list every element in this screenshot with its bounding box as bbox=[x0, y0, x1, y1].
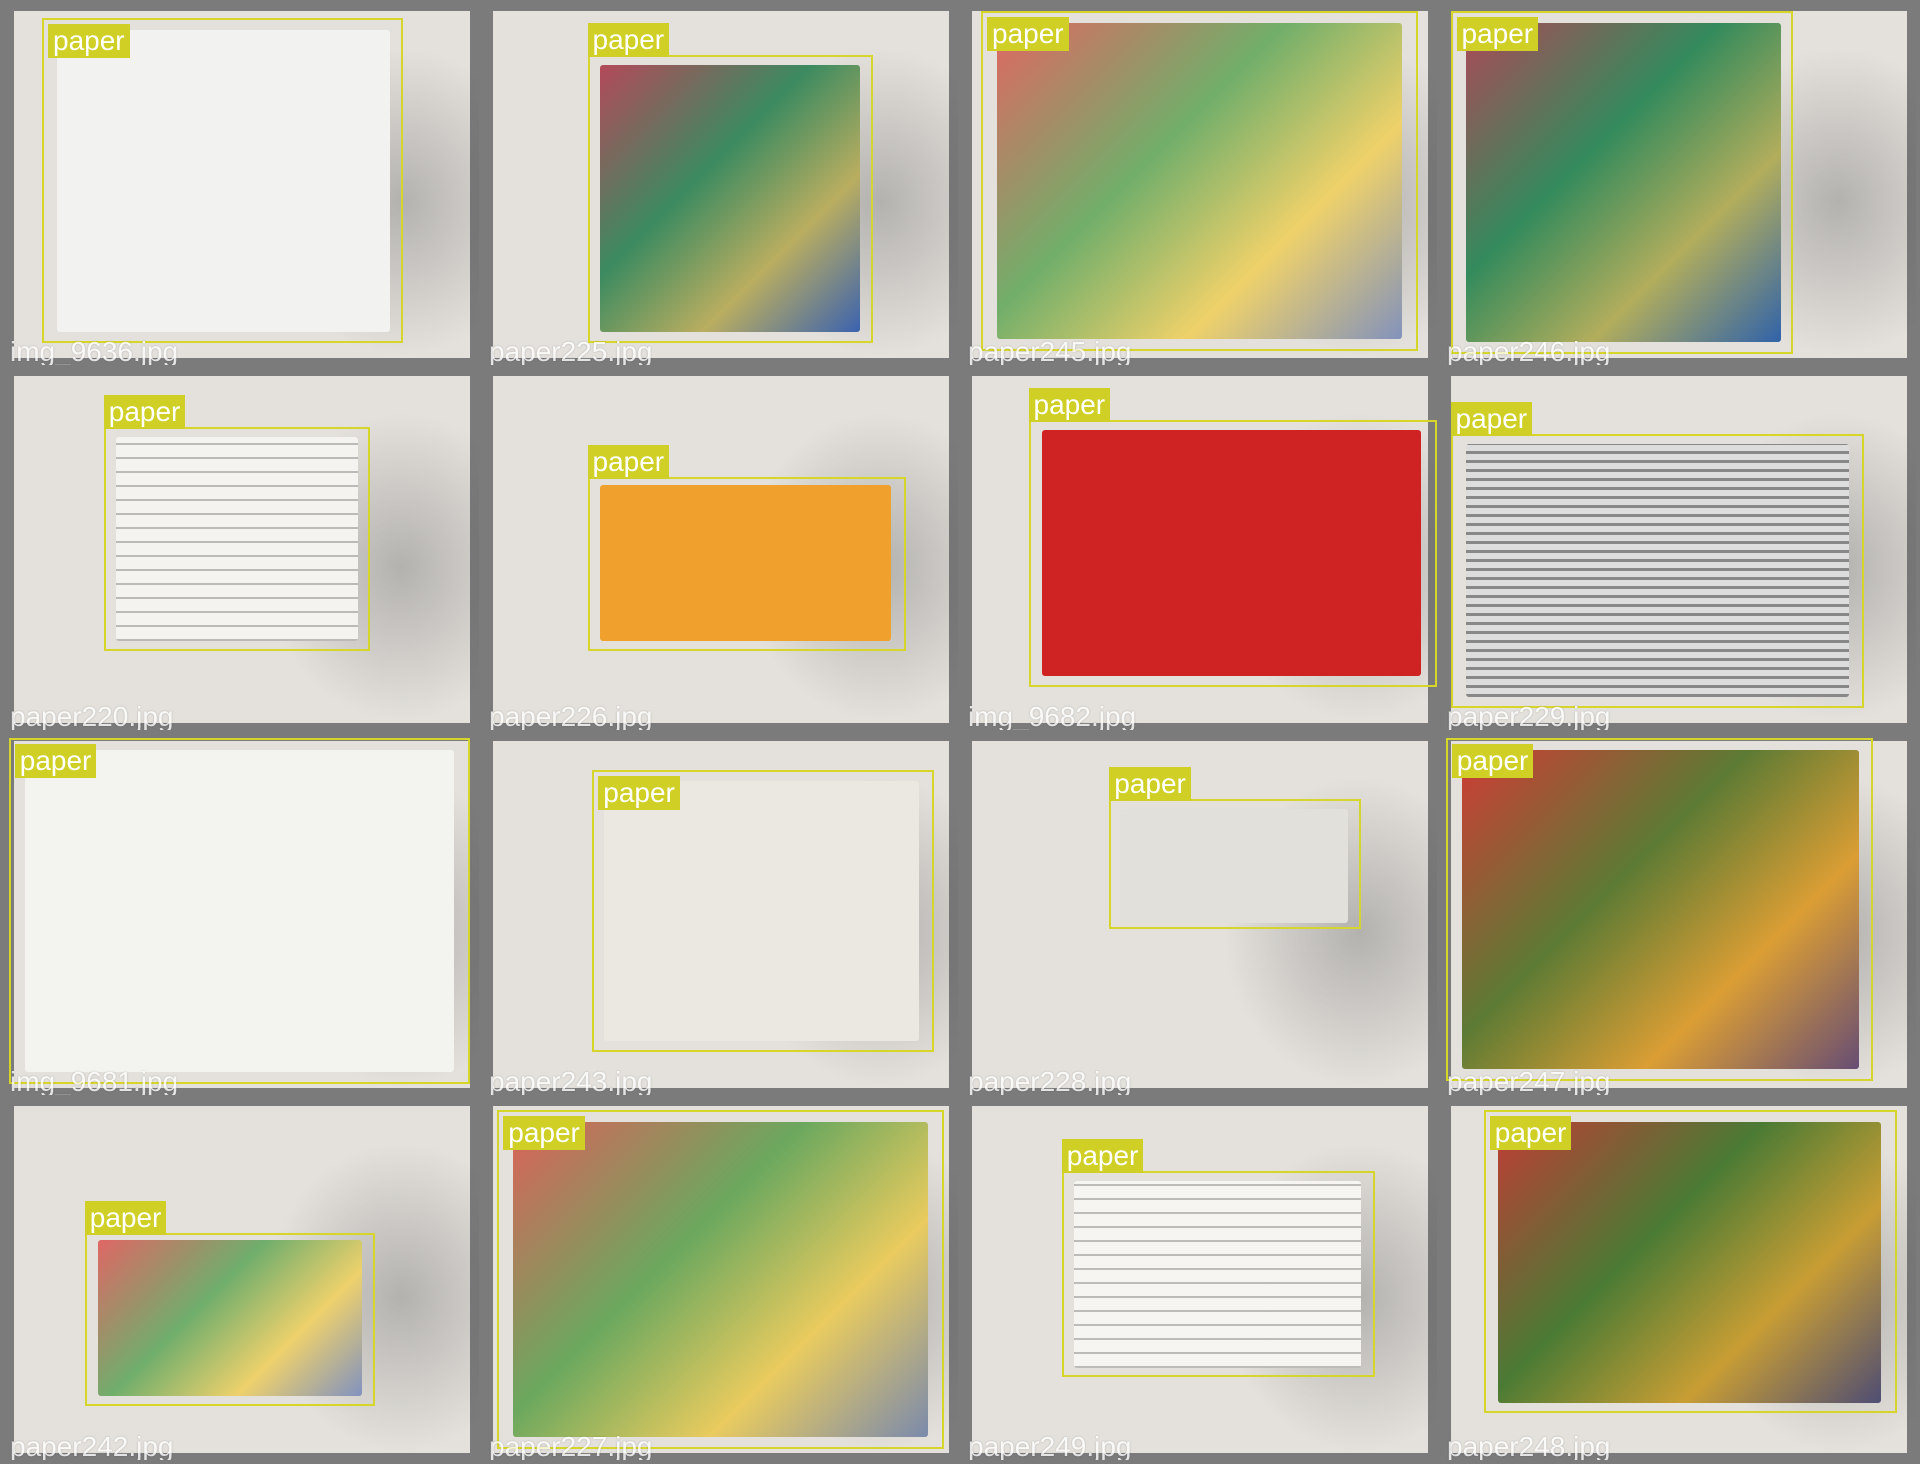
bounding-box: paper bbox=[592, 770, 935, 1052]
file-name: paper248.jpg bbox=[1447, 1431, 1611, 1460]
class-label: paper bbox=[598, 776, 680, 811]
class-label: paper bbox=[1109, 766, 1191, 801]
grid-tile: paper paper226.jpg bbox=[483, 369, 958, 730]
grid-tile: paper img_9681.jpg bbox=[4, 734, 479, 1095]
file-name: paper246.jpg bbox=[1447, 336, 1611, 365]
file-name: img_9682.jpg bbox=[968, 701, 1137, 730]
bounding-box: paper bbox=[497, 1109, 944, 1450]
file-name: paper245.jpg bbox=[968, 336, 1132, 365]
file-name: img_9636.jpg bbox=[10, 336, 179, 365]
bounding-box: paper bbox=[981, 11, 1418, 351]
grid-tile: paper paper245.jpg bbox=[962, 4, 1437, 365]
bounding-box: paper bbox=[8, 737, 470, 1085]
bounding-box: paper bbox=[1061, 1139, 1376, 1377]
bounding-box: paper bbox=[1450, 401, 1864, 709]
bounding-box: paper bbox=[1450, 11, 1793, 355]
bounding-box: paper bbox=[84, 1200, 375, 1406]
class-label: paper bbox=[1028, 387, 1111, 422]
bounding-box: paper bbox=[103, 394, 370, 651]
class-label: paper bbox=[1489, 1115, 1572, 1150]
grid-tile: paper img_9682.jpg bbox=[962, 369, 1437, 730]
grid-tile: paper paper242.jpg bbox=[4, 1099, 479, 1460]
file-name: paper243.jpg bbox=[489, 1066, 653, 1095]
file-name: paper227.jpg bbox=[489, 1431, 653, 1460]
bounding-box: paper bbox=[1483, 1109, 1897, 1414]
grid-tile: paper paper247.jpg bbox=[1441, 734, 1916, 1095]
grid-tile: paper paper243.jpg bbox=[483, 734, 958, 1095]
image-grid: paper img_9636.jpg paper paper225.jpg paper p… bbox=[0, 0, 1920, 1464]
grid-tile: paper paper248.jpg bbox=[1441, 1099, 1916, 1460]
class-label: paper bbox=[14, 743, 97, 778]
class-label: paper bbox=[987, 17, 1069, 52]
file-name: paper228.jpg bbox=[968, 1066, 1132, 1095]
grid-tile: paper paper229.jpg bbox=[1441, 369, 1916, 730]
bounding-box: paper bbox=[1445, 737, 1874, 1081]
file-name: paper226.jpg bbox=[489, 701, 653, 730]
file-name: paper242.jpg bbox=[10, 1431, 174, 1460]
bounding-box: paper bbox=[587, 22, 873, 344]
class-label: paper bbox=[1451, 743, 1534, 778]
class-label: paper bbox=[503, 1115, 585, 1150]
grid-tile: paper paper228.jpg bbox=[962, 734, 1437, 1095]
file-name: paper229.jpg bbox=[1447, 701, 1611, 730]
file-name: paper220.jpg bbox=[10, 701, 174, 730]
file-name: paper247.jpg bbox=[1447, 1066, 1611, 1095]
file-name: img_9681.jpg bbox=[10, 1066, 179, 1095]
class-label: paper bbox=[1450, 401, 1533, 436]
grid-tile: paper paper220.jpg bbox=[4, 369, 479, 730]
bounding-box: paper bbox=[1028, 387, 1437, 687]
class-label: paper bbox=[48, 24, 130, 59]
file-name: paper249.jpg bbox=[968, 1431, 1132, 1460]
grid-tile: paper paper246.jpg bbox=[1441, 4, 1916, 365]
bounding-box: paper bbox=[1109, 766, 1361, 929]
class-label: paper bbox=[84, 1200, 167, 1235]
file-name: paper225.jpg bbox=[489, 336, 653, 365]
class-label: paper bbox=[1061, 1139, 1144, 1174]
class-label: paper bbox=[103, 394, 186, 429]
bounding-box: paper bbox=[42, 18, 403, 344]
class-label: paper bbox=[587, 445, 670, 480]
bounding-box: paper bbox=[587, 445, 906, 651]
grid-tile: paper paper249.jpg bbox=[962, 1099, 1437, 1460]
class-label: paper bbox=[587, 22, 670, 57]
grid-tile: paper paper225.jpg bbox=[483, 4, 958, 365]
grid-tile: paper img_9636.jpg bbox=[4, 4, 479, 365]
grid-tile: paper paper227.jpg bbox=[483, 1099, 958, 1460]
class-label: paper bbox=[1456, 17, 1539, 52]
